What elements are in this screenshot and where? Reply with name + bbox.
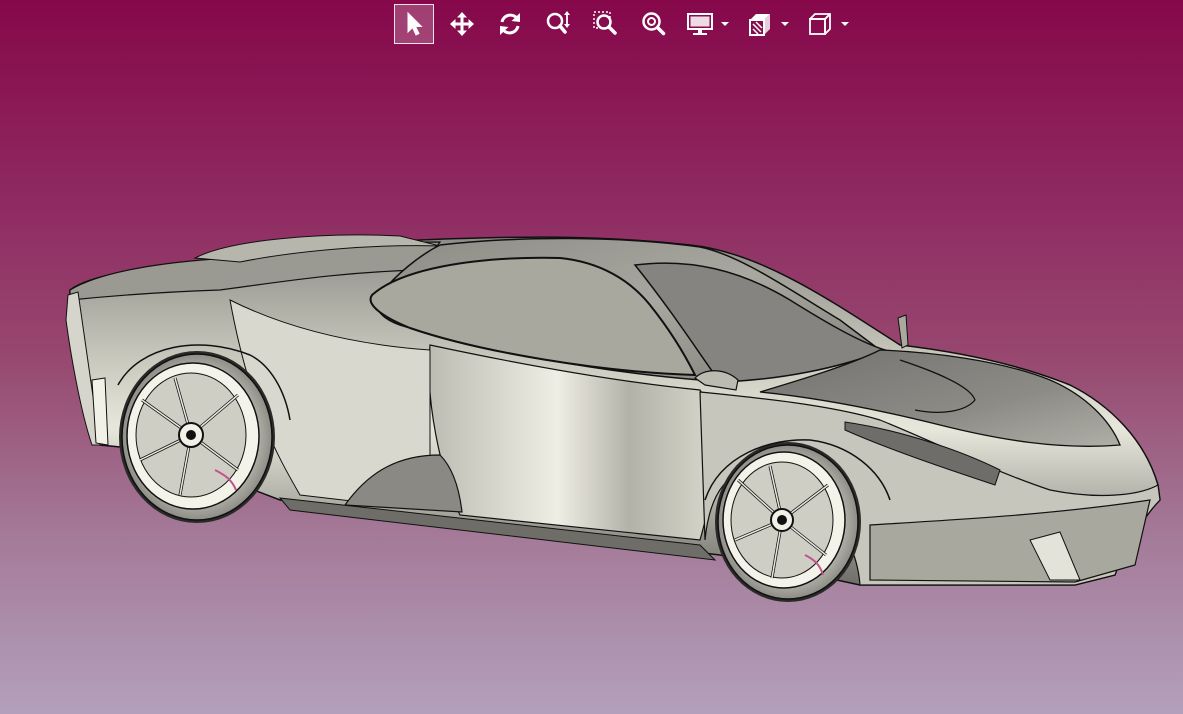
rear-wheel [119, 351, 275, 523]
sports-car-model[interactable] [0, 0, 1183, 714]
front-wheel [715, 442, 861, 602]
3d-viewport[interactable] [0, 0, 1183, 714]
antenna [897, 314, 909, 349]
